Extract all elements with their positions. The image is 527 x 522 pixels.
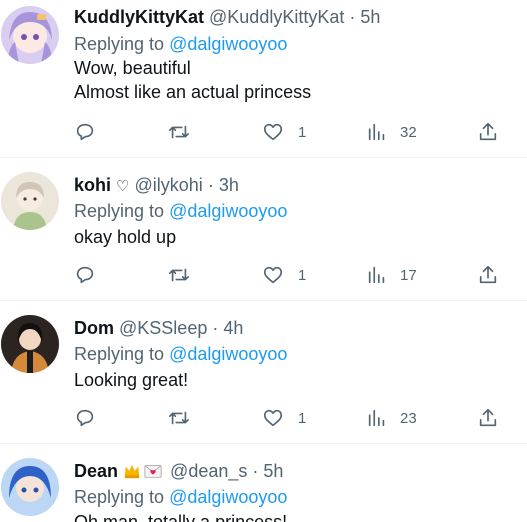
tweet-text: okay hold up bbox=[74, 227, 177, 247]
share-icon bbox=[479, 265, 497, 284]
replying-to-label: Replying to bbox=[74, 201, 165, 221]
view-count: 17 bbox=[400, 266, 417, 284]
tweet-header: kohi ♡ @ilykohi · 3h bbox=[74, 174, 239, 196]
tweet[interactable]: kohi ♡ @ilykohi · 3h Replying to @dalgiw… bbox=[0, 158, 527, 301]
timestamp[interactable]: 4h bbox=[223, 318, 243, 338]
reply-icon bbox=[76, 409, 94, 427]
like-count: 1 bbox=[298, 409, 307, 427]
view-count: 23 bbox=[400, 409, 417, 427]
share-button[interactable] bbox=[477, 263, 499, 287]
tweet-text: Oh man, totally a princess! bbox=[74, 512, 288, 522]
like-button[interactable]: 1 bbox=[262, 120, 306, 144]
replying-to-link[interactable]: @dalgiwooyoo bbox=[169, 201, 287, 221]
reply-button[interactable] bbox=[74, 263, 96, 287]
retweet-icon bbox=[169, 125, 189, 139]
separator-dot: · bbox=[252, 461, 259, 481]
replying-to-link[interactable]: @dalgiwooyoo bbox=[169, 34, 287, 54]
replying-to-link[interactable]: @dalgiwooyoo bbox=[169, 344, 287, 364]
user-handle[interactable]: @KuddlyKittyKat bbox=[209, 7, 344, 27]
share-button[interactable] bbox=[477, 406, 499, 430]
share-button[interactable] bbox=[477, 120, 499, 144]
replying-to-label: Replying to bbox=[74, 34, 165, 54]
retweet-icon bbox=[169, 268, 189, 282]
display-name[interactable]: Dean bbox=[74, 461, 118, 481]
retweet-button[interactable] bbox=[168, 120, 190, 144]
retweet-button[interactable] bbox=[168, 406, 190, 430]
replying-to: Replying to @dalgiwooyoo bbox=[74, 32, 287, 56]
views-button[interactable]: 32 bbox=[366, 120, 417, 144]
reply-icon bbox=[76, 123, 94, 141]
like-button[interactable]: 1 bbox=[262, 406, 306, 430]
replying-to: Replying to @dalgiwooyoo bbox=[74, 342, 287, 366]
avatar[interactable] bbox=[1, 6, 59, 64]
like-button[interactable]: 1 bbox=[262, 263, 306, 287]
retweet-icon bbox=[169, 411, 189, 425]
action-bar: 1 17 bbox=[74, 263, 514, 287]
share-icon bbox=[479, 122, 497, 141]
tweet-text: Looking great! bbox=[74, 370, 189, 390]
separator-dot: · bbox=[349, 7, 356, 27]
share-icon bbox=[479, 408, 497, 427]
tweet-text: Wow, beautiful Almost like an actual pri… bbox=[74, 58, 312, 102]
user-handle[interactable]: @KSSleep bbox=[119, 318, 207, 338]
avatar[interactable] bbox=[1, 315, 59, 373]
separator-dot: · bbox=[207, 175, 214, 195]
views-button[interactable]: 23 bbox=[366, 406, 417, 430]
timestamp[interactable]: 5h bbox=[263, 461, 283, 481]
display-name[interactable]: KuddlyKittyKat bbox=[74, 7, 204, 27]
replying-to-label: Replying to bbox=[74, 487, 165, 507]
tweet[interactable]: Dom @KSSleep · 4h Replying to @dalgiwooy… bbox=[0, 301, 527, 444]
love-letter-icon bbox=[144, 465, 162, 478]
like-count: 1 bbox=[298, 266, 307, 284]
tweet-header: KuddlyKittyKat @KuddlyKittyKat · 5h bbox=[74, 6, 380, 28]
avatar[interactable] bbox=[1, 458, 59, 516]
tweet[interactable]: Dean @dean_s · 5h Replying to @dalgiwooy… bbox=[0, 444, 527, 522]
avatar[interactable] bbox=[1, 172, 59, 230]
timestamp[interactable]: 3h bbox=[219, 175, 239, 195]
replying-to: Replying to @dalgiwooyoo bbox=[74, 199, 287, 223]
action-bar: 1 23 bbox=[74, 406, 514, 430]
separator-dot: · bbox=[212, 318, 219, 338]
tweet-header: Dom @KSSleep · 4h bbox=[74, 317, 243, 339]
retweet-button[interactable] bbox=[168, 263, 190, 287]
like-count: 1 bbox=[298, 123, 307, 141]
reply-icon bbox=[76, 266, 94, 284]
display-name[interactable]: Dom bbox=[74, 318, 114, 338]
views-icon bbox=[368, 409, 385, 427]
tweet[interactable]: KuddlyKittyKat @KuddlyKittyKat · 5h Repl… bbox=[0, 0, 527, 158]
heart-icon bbox=[263, 123, 283, 141]
heart-icon bbox=[263, 409, 283, 427]
action-bar: 1 32 bbox=[74, 120, 514, 144]
views-icon bbox=[368, 123, 385, 141]
crown-icon bbox=[124, 464, 140, 479]
replying-to-link[interactable]: @dalgiwooyoo bbox=[169, 487, 287, 507]
reply-button[interactable] bbox=[74, 406, 96, 430]
user-handle[interactable]: @ilykohi bbox=[135, 175, 203, 195]
timestamp[interactable]: 5h bbox=[360, 7, 380, 27]
heart-icon bbox=[263, 266, 283, 284]
views-icon bbox=[368, 266, 385, 284]
views-button[interactable]: 17 bbox=[366, 263, 417, 287]
tweet-header: Dean @dean_s · 5h bbox=[74, 460, 283, 482]
display-name[interactable]: kohi bbox=[74, 175, 111, 195]
replying-to-label: Replying to bbox=[74, 344, 165, 364]
reply-button[interactable] bbox=[74, 120, 96, 144]
name-symbol: ♡ bbox=[116, 178, 130, 195]
user-handle[interactable]: @dean_s bbox=[170, 461, 247, 481]
replying-to: Replying to @dalgiwooyoo bbox=[74, 485, 287, 509]
view-count: 32 bbox=[400, 123, 417, 141]
